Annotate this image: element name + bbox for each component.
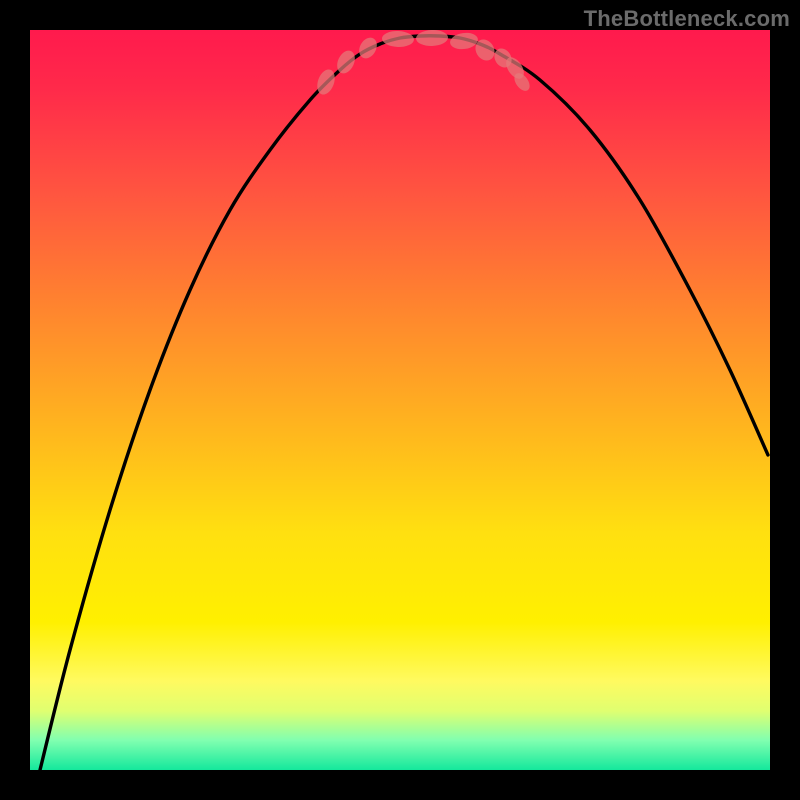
marker-group [314,30,533,97]
curve-svg [30,30,770,770]
data-marker [416,30,449,47]
data-marker [382,30,415,47]
plot-area [30,30,770,770]
data-marker [356,34,381,61]
watermark-text: TheBottleneck.com [584,6,790,32]
chart-frame: TheBottleneck.com [0,0,800,800]
bottleneck-curve [40,36,768,770]
data-marker [449,31,479,51]
